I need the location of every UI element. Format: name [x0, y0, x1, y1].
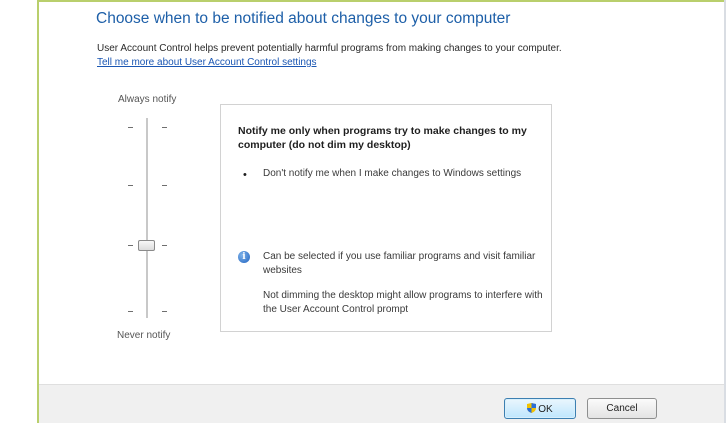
notification-level-slider[interactable]: [120, 118, 180, 323]
slider-tick-right: [162, 127, 167, 128]
setting-heading: Notify me only when programs try to make…: [238, 125, 527, 151]
window-edge-left: [37, 0, 39, 423]
slider-tick-left: [128, 127, 133, 128]
uac-settings-window: Choose when to be notified about changes…: [0, 0, 726, 423]
slider-thumb[interactable]: [138, 240, 155, 251]
setting-description-panel: Notify me only when programs try to make…: [220, 104, 552, 332]
cancel-button[interactable]: Cancel: [587, 398, 657, 419]
setting-recommendation: Can be selected if you use familiar prog…: [263, 251, 536, 276]
slider-top-label: Always notify: [118, 94, 177, 105]
page-description: User Account Control helps prevent poten…: [97, 43, 562, 54]
slider-tick-right: [162, 311, 167, 312]
uac-shield-icon: [527, 402, 537, 413]
setting-warning: Not dimming the desktop might allow prog…: [263, 290, 543, 315]
slider-tick-right: [162, 245, 167, 246]
slider-track[interactable]: [146, 118, 148, 318]
slider-tick-left: [128, 245, 133, 246]
ok-button-label: OK: [538, 403, 553, 415]
page-title: Choose when to be notified about changes…: [96, 10, 511, 27]
slider-tick-left: [128, 311, 133, 312]
window-edge-top: [37, 0, 726, 2]
info-icon: i: [238, 251, 250, 263]
slider-bottom-label: Never notify: [117, 330, 171, 341]
bullet-icon: •: [243, 169, 247, 181]
learn-more-link[interactable]: Tell me more about User Account Control …: [97, 57, 317, 68]
ok-button[interactable]: OK: [504, 398, 576, 419]
setting-bullet: Don't notify me when I make changes to W…: [263, 168, 522, 179]
slider-tick-left: [128, 185, 133, 186]
dialog-footer: OK Cancel: [39, 384, 724, 423]
slider-tick-right: [162, 185, 167, 186]
